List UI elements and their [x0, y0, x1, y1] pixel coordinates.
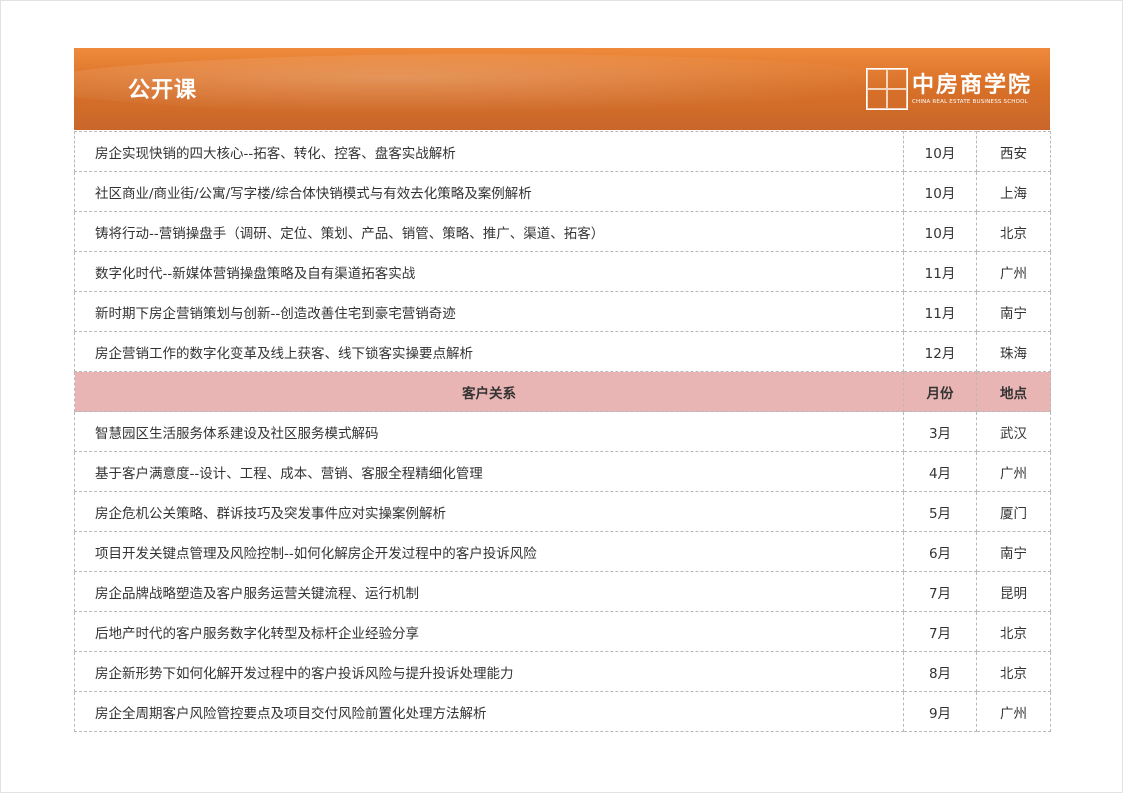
table-row: 房企营销工作的数字化变革及线上获客、线下锁客实操要点解析 12月 珠海 [74, 331, 1051, 372]
table-row: 房企危机公关策略、群诉技巧及突发事件应对实操案例解析 5月 厦门 [74, 491, 1051, 532]
course-month: 12月 [903, 331, 977, 372]
table-row: 数字化时代--新媒体营销操盘策略及自有渠道拓客实战 11月 广州 [74, 251, 1051, 292]
course-title: 后地产时代的客户服务数字化转型及标杆企业经验分享 [74, 611, 904, 652]
table-row: 新时期下房企营销策划与创新--创造改善住宅到豪宅营销奇迹 11月 南宁 [74, 291, 1051, 332]
table-row: 房企新形势下如何化解开发过程中的客户投诉风险与提升投诉处理能力 8月 北京 [74, 651, 1051, 692]
table-row: 房企全周期客户风险管控要点及项目交付风险前置化处理方法解析 9月 广州 [74, 691, 1051, 732]
course-city: 北京 [976, 611, 1051, 652]
course-title: 房企品牌战略塑造及客户服务运营关键流程、运行机制 [74, 571, 904, 612]
course-month: 5月 [903, 491, 977, 532]
table-row: 后地产时代的客户服务数字化转型及标杆企业经验分享 7月 北京 [74, 611, 1051, 652]
header-swoosh-decoration [74, 54, 934, 114]
logo-text: 中房商学院 CHINA REAL ESTATE BUSINESS SCHOOL [912, 72, 1032, 106]
course-month: 9月 [903, 691, 977, 732]
course-city: 广州 [976, 691, 1051, 732]
table-row: 铸将行动--营销操盘手（调研、定位、策划、产品、销管、策略、推广、渠道、拓客） … [74, 211, 1051, 252]
table-row: 智慧园区生活服务体系建设及社区服务模式解码 3月 武汉 [74, 411, 1051, 452]
table-row: 社区商业/商业街/公寓/写字楼/综合体快销模式与有效去化策略及案例解析 10月 … [74, 171, 1051, 212]
logo-subtitle: CHINA REAL ESTATE BUSINESS SCHOOL [911, 99, 1028, 105]
course-title: 社区商业/商业街/公寓/写字楼/综合体快销模式与有效去化策略及案例解析 [74, 171, 904, 212]
course-city: 西安 [976, 131, 1051, 172]
course-title: 铸将行动--营销操盘手（调研、定位、策划、产品、销管、策略、推广、渠道、拓客） [74, 211, 904, 252]
header-banner: 公开课 中房商学院 CHINA REAL ESTATE BUSINESS SCH… [74, 48, 1050, 130]
course-month: 6月 [903, 531, 977, 572]
course-month: 11月 [903, 291, 977, 332]
month-column-header: 月份 [903, 371, 977, 412]
course-title: 房企危机公关策略、群诉技巧及突发事件应对实操案例解析 [74, 491, 904, 532]
course-title: 房企全周期客户风险管控要点及项目交付风险前置化处理方法解析 [74, 691, 904, 732]
page-title: 公开课 [128, 78, 198, 103]
course-city: 珠海 [976, 331, 1051, 372]
course-month: 8月 [903, 651, 977, 692]
course-city: 上海 [976, 171, 1051, 212]
course-city: 北京 [976, 211, 1051, 252]
course-city: 昆明 [976, 571, 1051, 612]
table-row: 项目开发关键点管理及风险控制--如何化解房企开发过程中的客户投诉风险 6月 南宁 [74, 531, 1051, 572]
section-title: 客户关系 [74, 371, 904, 412]
course-month: 3月 [903, 411, 977, 452]
course-city: 武汉 [976, 411, 1051, 452]
logo-seal-icon [865, 68, 908, 110]
course-title: 基于客户满意度--设计、工程、成本、营销、客服全程精细化管理 [74, 451, 904, 492]
school-logo: 中房商学院 CHINA REAL ESTATE BUSINESS SCHOOL [865, 66, 1032, 112]
course-city: 南宁 [976, 291, 1051, 332]
course-city: 北京 [976, 651, 1051, 692]
course-title: 项目开发关键点管理及风险控制--如何化解房企开发过程中的客户投诉风险 [74, 531, 904, 572]
course-month: 4月 [903, 451, 977, 492]
course-month: 10月 [903, 171, 977, 212]
course-title: 智慧园区生活服务体系建设及社区服务模式解码 [74, 411, 904, 452]
course-month: 7月 [903, 611, 977, 652]
course-title: 房企实现快销的四大核心--拓客、转化、控客、盘客实战解析 [74, 131, 904, 172]
course-title: 房企营销工作的数字化变革及线上获客、线下锁客实操要点解析 [74, 331, 904, 372]
course-city: 厦门 [976, 491, 1051, 532]
course-table: 房企实现快销的四大核心--拓客、转化、控客、盘客实战解析 10月 西安 社区商业… [74, 131, 1051, 732]
table-row: 房企品牌战略塑造及客户服务运营关键流程、运行机制 7月 昆明 [74, 571, 1051, 612]
course-city: 南宁 [976, 531, 1051, 572]
course-title: 数字化时代--新媒体营销操盘策略及自有渠道拓客实战 [74, 251, 904, 292]
course-city: 广州 [976, 251, 1051, 292]
city-column-header: 地点 [976, 371, 1051, 412]
course-title: 房企新形势下如何化解开发过程中的客户投诉风险与提升投诉处理能力 [74, 651, 904, 692]
table-row: 基于客户满意度--设计、工程、成本、营销、客服全程精细化管理 4月 广州 [74, 451, 1051, 492]
course-title: 新时期下房企营销策划与创新--创造改善住宅到豪宅营销奇迹 [74, 291, 904, 332]
table-row: 房企实现快销的四大核心--拓客、转化、控客、盘客实战解析 10月 西安 [74, 131, 1051, 172]
course-month: 10月 [903, 211, 977, 252]
course-month: 10月 [903, 131, 977, 172]
course-month: 11月 [903, 251, 977, 292]
course-month: 7月 [903, 571, 977, 612]
section-header-row: 客户关系 月份 地点 [74, 371, 1051, 412]
logo-name: 中房商学院 [911, 72, 1032, 98]
course-city: 广州 [976, 451, 1051, 492]
